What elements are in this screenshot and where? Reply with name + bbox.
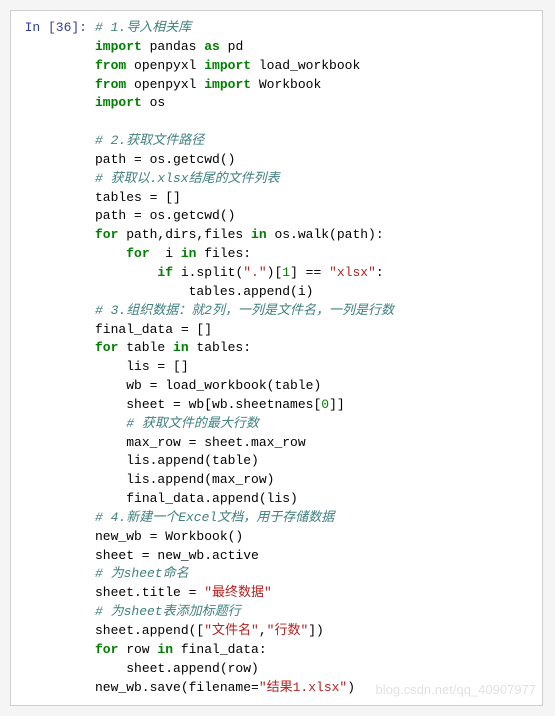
kw-for: for (126, 246, 149, 261)
t: pd (220, 39, 243, 54)
kw-if: if (157, 265, 173, 280)
t: tables = [] (95, 190, 181, 205)
t: i (150, 246, 181, 261)
kw-import: import (95, 39, 142, 54)
comment: # 2.获取文件路径 (95, 133, 204, 148)
t: : (376, 265, 384, 280)
comment: # 为sheet表添加标题行 (95, 604, 241, 619)
t: path = os.getcwd() (95, 152, 235, 167)
t: path,dirs,files (118, 227, 251, 242)
comment: # 4.新建一个Excel文档，用于存储数据 (95, 510, 334, 525)
t: final_data = [] (95, 322, 212, 337)
kw-in: in (173, 340, 189, 355)
kw-import: import (204, 58, 251, 73)
t: sheet.title = (95, 585, 204, 600)
t: sheet.append(row) (126, 661, 259, 676)
t: os.walk(path): (267, 227, 384, 242)
kw-import: import (204, 77, 251, 92)
t: pandas (142, 39, 204, 54)
num: 0 (321, 397, 329, 412)
t: final_data: (173, 642, 267, 657)
kw-for: for (95, 642, 118, 657)
kw-as: as (204, 39, 220, 54)
kw-import: import (95, 95, 142, 110)
t: path = os.getcwd() (95, 208, 235, 223)
kw-from: from (95, 77, 126, 92)
input-prompt: In [36]: (11, 11, 91, 705)
code-area[interactable]: # 1.导入相关库 import pandas as pd from openp… (91, 11, 542, 705)
t: files: (196, 246, 251, 261)
t: os (142, 95, 165, 110)
t: sheet = new_wb.active (95, 548, 259, 563)
t: row (118, 642, 157, 657)
str: "文件名" (204, 623, 259, 638)
kw-from: from (95, 58, 126, 73)
kw-in: in (251, 227, 267, 242)
t: lis.append(table) (126, 453, 259, 468)
t: tables.append(i) (189, 284, 314, 299)
t: ) (347, 680, 355, 695)
str: "结果1.xlsx" (259, 680, 347, 695)
t: new_wb = Workbook() (95, 529, 243, 544)
t: ] == (290, 265, 329, 280)
t: final_data.append(lis) (126, 491, 298, 506)
t: table (118, 340, 173, 355)
code-cell: In [36]: # 1.导入相关库 import pandas as pd f… (10, 10, 543, 706)
t: Workbook (251, 77, 321, 92)
t: i.split( (173, 265, 243, 280)
kw-for: for (95, 340, 118, 355)
t: lis = [] (126, 359, 188, 374)
t: , (259, 623, 267, 638)
kw-in: in (157, 642, 173, 657)
comment: # 为sheet命名 (95, 566, 189, 581)
comment: # 获取文件的最大行数 (126, 416, 259, 431)
t: )[ (267, 265, 283, 280)
comment: # 1.导入相关库 (95, 20, 191, 35)
kw-in: in (181, 246, 197, 261)
t: wb = load_workbook(table) (126, 378, 321, 393)
t: new_wb.save(filename= (95, 680, 259, 695)
comment: # 3.组织数据：就2列，一列是文件名，一列是行数 (95, 303, 394, 318)
comment: # 获取以.xlsx结尾的文件列表 (95, 171, 280, 186)
str: "xlsx" (329, 265, 376, 280)
t: lis.append(max_row) (126, 472, 274, 487)
t: openpyxl (126, 58, 204, 73)
t: tables: (189, 340, 251, 355)
str: "." (243, 265, 266, 280)
t: load_workbook (251, 58, 360, 73)
t: sheet.append([ (95, 623, 204, 638)
t: sheet = wb[wb.sheetnames[ (126, 397, 321, 412)
t: ]] (329, 397, 345, 412)
str: "行数" (267, 623, 309, 638)
kw-for: for (95, 227, 118, 242)
t: ]) (308, 623, 324, 638)
str: "最终数据" (204, 585, 272, 600)
t: openpyxl (126, 77, 204, 92)
t: max_row = sheet.max_row (126, 435, 305, 450)
num: 1 (282, 265, 290, 280)
